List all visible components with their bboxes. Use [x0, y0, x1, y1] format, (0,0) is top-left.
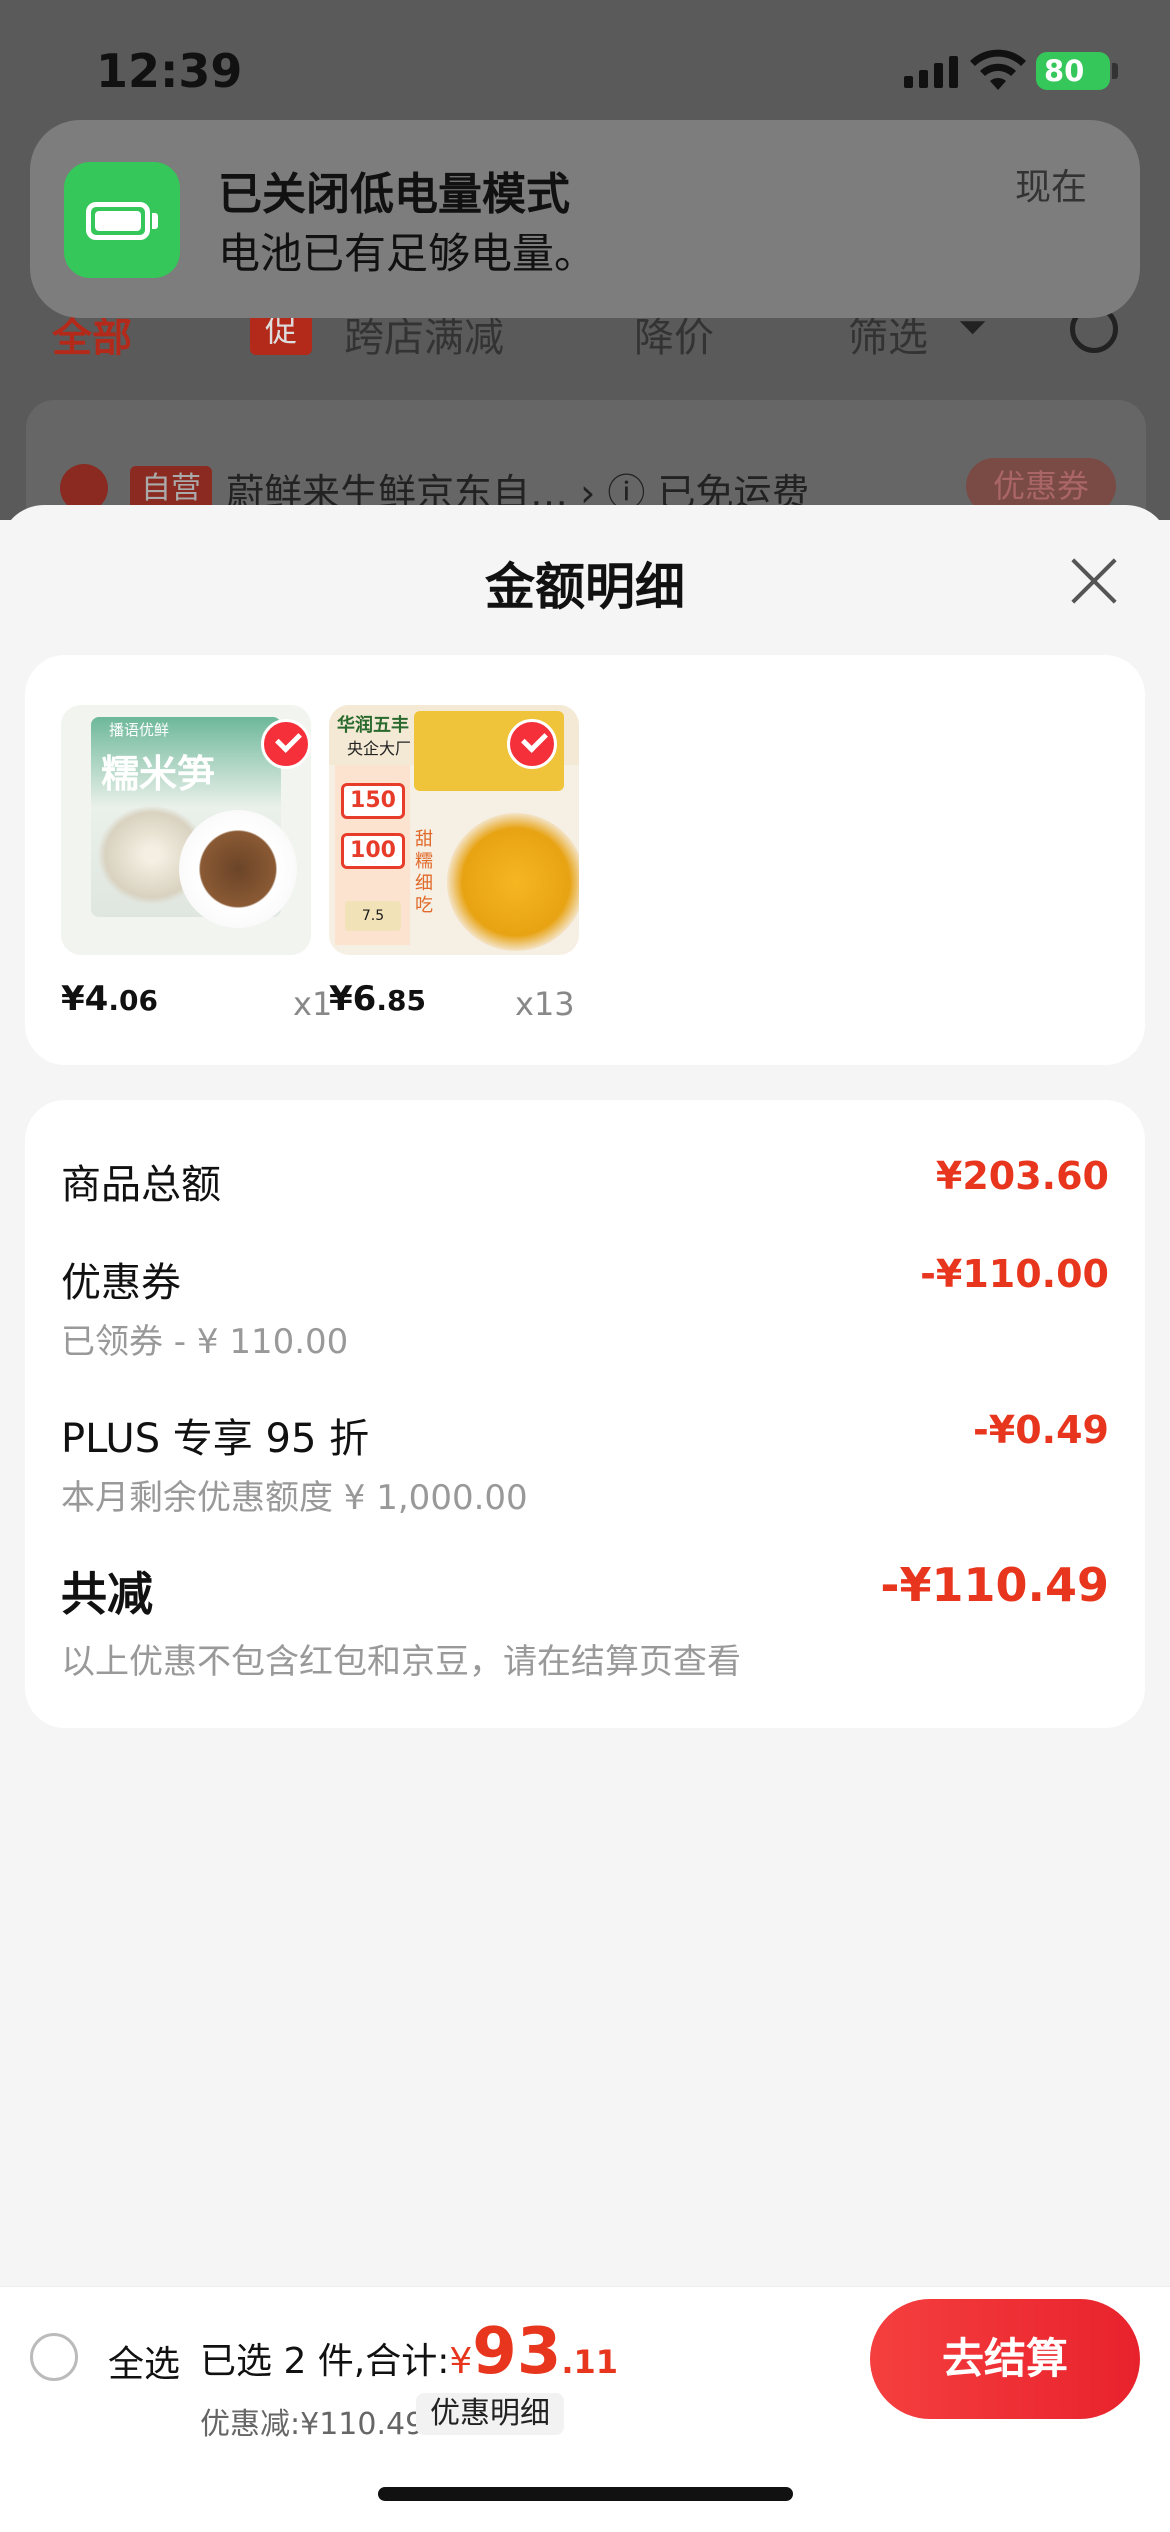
- plus-discount-label: PLUS 专享 95 折: [61, 1416, 370, 1462]
- product-qty: x13: [515, 985, 575, 1023]
- plus-discount-value: -¥0.49: [973, 1408, 1109, 1452]
- wifi-icon: [970, 49, 1026, 90]
- notification-body: 电池已有足够电量。: [218, 229, 597, 278]
- selected-summary: 已选 2 件,合计: ¥ 93 .11: [200, 2315, 619, 2389]
- amount-detail-sheet: 金额明细 播语优鲜 糯米笋 ¥4.06 x1 华润五丰 央企大厂 150 100…: [0, 505, 1170, 2532]
- goods-total-label: 商品总额: [61, 1162, 221, 1208]
- status-time: 12:39: [96, 44, 243, 98]
- product-image-brand-sub: 央企大厂: [347, 739, 412, 758]
- product-price: ¥6.85: [329, 979, 426, 1019]
- goods-total-value: ¥203.60: [935, 1154, 1109, 1198]
- status-bar: 12:39 80: [0, 0, 1170, 140]
- plus-remaining-quota: 本月剩余优惠额度 ¥ 1,000.00: [61, 1478, 528, 1518]
- products-card: 播语优鲜 糯米笋 ¥4.06 x1 华润五丰 央企大厂 150 100 7.5 …: [25, 655, 1145, 1065]
- product-image-side-text: 甜糯细吃: [415, 829, 433, 916]
- summary-card: 商品总额 ¥203.60 优惠券 -¥110.00 已领券 - ¥ 110.00…: [25, 1100, 1145, 1728]
- product-price: ¥4.06: [61, 979, 158, 1019]
- product-image-title: 糯米笋: [101, 752, 216, 796]
- discount-detail-button[interactable]: 优惠明细: [416, 2393, 564, 2435]
- product-image-brand: 华润五丰: [337, 715, 409, 736]
- coupon-label: 优惠券: [61, 1260, 181, 1306]
- select-all-radio[interactable]: [30, 2333, 78, 2381]
- selected-check-icon[interactable]: [507, 719, 557, 769]
- battery-icon: 80: [1036, 52, 1110, 90]
- total-reduce-value: -¥110.49: [880, 1558, 1109, 1612]
- discount-amount: 优惠减:¥110.49: [200, 2407, 425, 2442]
- battery-tip: [1112, 63, 1118, 79]
- coupon-sub: 已领券 - ¥ 110.00: [61, 1322, 349, 1362]
- low-power-notification[interactable]: 已关闭低电量模式 电池已有足够电量。 现在: [30, 120, 1140, 318]
- home-indicator[interactable]: [378, 2487, 793, 2501]
- product-image-price-tag: 7.5: [345, 901, 401, 931]
- product-image-badge: 150: [341, 783, 405, 819]
- product-qty: x1: [293, 985, 333, 1023]
- notification-time: 现在: [1015, 167, 1088, 208]
- coupon-value: -¥110.00: [920, 1252, 1109, 1296]
- notification-title: 已关闭低电量模式: [218, 169, 570, 220]
- close-icon[interactable]: [1064, 551, 1124, 611]
- selected-check-icon[interactable]: [261, 719, 311, 769]
- product-image-brand: 播语优鲜: [109, 721, 170, 739]
- sheet-title: 金额明细: [485, 558, 685, 616]
- battery-app-icon: [64, 162, 180, 278]
- total-amount: 93: [472, 2315, 562, 2389]
- select-all-label[interactable]: 全选: [108, 2335, 180, 2387]
- checkout-button[interactable]: 去结算: [870, 2299, 1140, 2419]
- total-reduce-label: 共减: [61, 1567, 153, 1621]
- cellular-signal-icon: [904, 54, 958, 88]
- product-image-badge: 100: [341, 833, 405, 869]
- discount-note: 以上优惠不包含红包和京豆，请在结算页查看: [61, 1642, 741, 1682]
